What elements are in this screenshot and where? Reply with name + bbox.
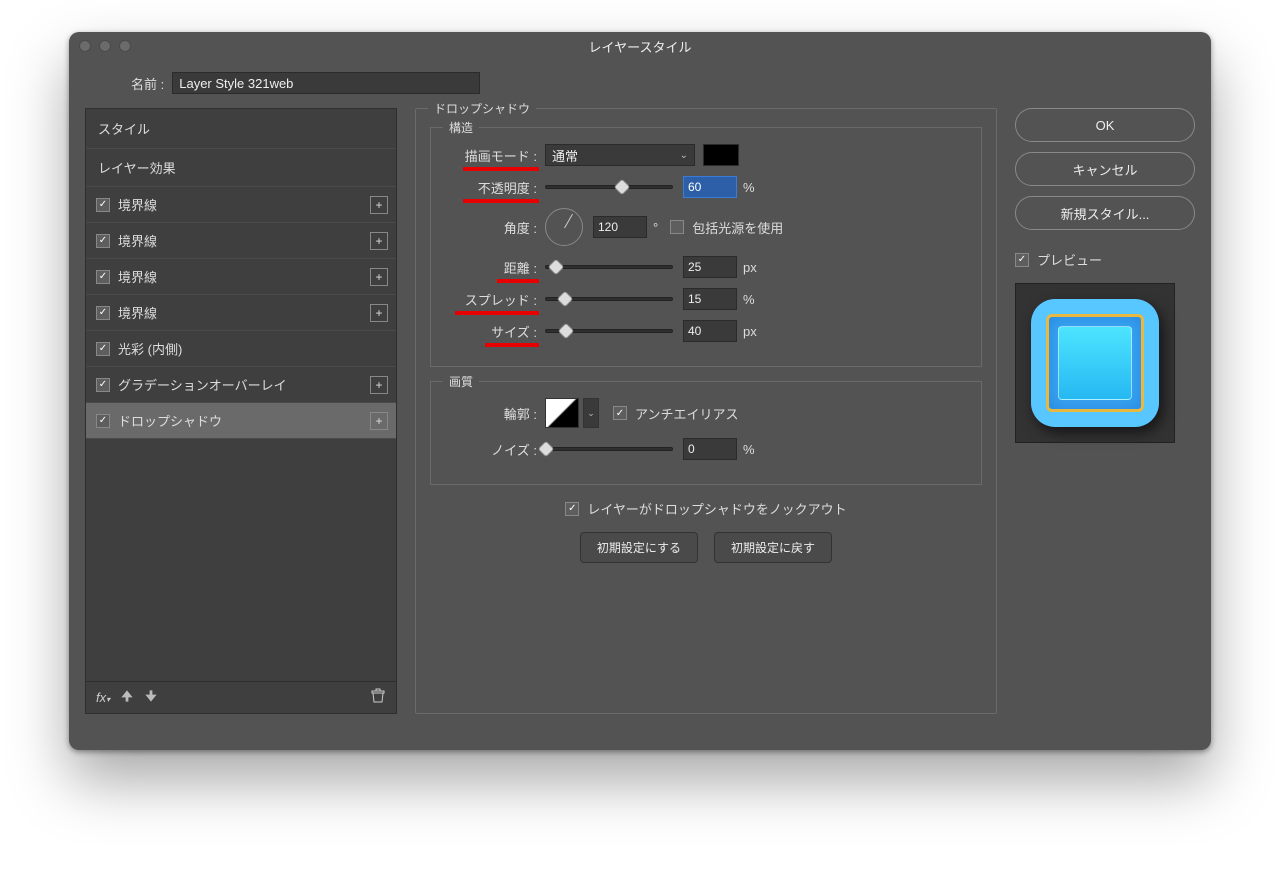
highlight-underline — [455, 311, 539, 315]
size-slider[interactable] — [545, 329, 673, 333]
move-down-icon[interactable] — [144, 689, 158, 706]
checkbox-icon[interactable] — [96, 234, 110, 248]
quality-legend: 画質 — [443, 373, 479, 390]
noise-input[interactable] — [683, 438, 737, 460]
add-effect-icon[interactable]: + — [370, 304, 388, 322]
chevron-down-icon: ⌄ — [680, 150, 688, 161]
checkbox-icon[interactable] — [96, 198, 110, 212]
knockout-label: レイヤーがドロップシャドウをノックアウト — [587, 499, 846, 518]
angle-dial[interactable] — [545, 208, 583, 246]
knockout-checkbox[interactable] — [565, 502, 579, 516]
traffic-minimize[interactable] — [99, 40, 111, 52]
checkbox-icon[interactable] — [96, 378, 110, 392]
highlight-underline — [463, 167, 539, 171]
effect-label: グラデーションオーバーレイ — [118, 375, 287, 394]
preview-checkbox[interactable] — [1015, 253, 1029, 267]
effect-stroke-1[interactable]: 境界線 + — [86, 187, 396, 223]
contour-picker[interactable] — [545, 398, 579, 428]
traffic-zoom[interactable] — [119, 40, 131, 52]
name-label: 名前 : — [131, 74, 164, 93]
fx-menu-icon[interactable]: fx▾ — [96, 690, 110, 705]
checkbox-icon[interactable] — [96, 342, 110, 356]
cancel-button[interactable]: キャンセル — [1015, 152, 1195, 186]
effect-stroke-3[interactable]: 境界線 + — [86, 259, 396, 295]
add-effect-icon[interactable]: + — [370, 376, 388, 394]
antialias-checkbox[interactable] — [613, 406, 627, 420]
spread-unit: % — [743, 292, 755, 307]
noise-unit: % — [743, 442, 755, 457]
contour-dropdown-icon[interactable]: ⌄ — [583, 398, 599, 428]
layer-effects-row[interactable]: レイヤー効果 — [86, 149, 396, 187]
effect-label: 境界線 — [118, 195, 157, 214]
blend-mode-label: 描画モード : — [465, 149, 537, 164]
window-controls — [79, 40, 131, 52]
traffic-close[interactable] — [79, 40, 91, 52]
global-light-checkbox[interactable] — [670, 220, 684, 234]
contour-label: 輪郭 : — [504, 407, 537, 422]
make-default-button[interactable]: 初期設定にする — [580, 532, 698, 563]
effect-stroke-4[interactable]: 境界線 + — [86, 295, 396, 331]
size-unit: px — [743, 324, 757, 339]
add-effect-icon[interactable]: + — [370, 196, 388, 214]
add-effect-icon[interactable]: + — [370, 412, 388, 430]
blend-mode-value: 通常 — [552, 146, 578, 165]
checkbox-icon[interactable] — [96, 306, 110, 320]
noise-slider[interactable] — [545, 447, 673, 451]
checkbox-icon[interactable] — [96, 414, 110, 428]
add-effect-icon[interactable]: + — [370, 232, 388, 250]
spread-label: スプレッド : — [465, 293, 537, 308]
effects-header[interactable]: スタイル — [86, 109, 396, 149]
distance-slider[interactable] — [545, 265, 673, 269]
shadow-color-swatch[interactable] — [703, 144, 739, 166]
antialias-label: アンチエイリアス — [635, 404, 738, 423]
new-style-button[interactable]: 新規スタイル... — [1015, 196, 1195, 230]
size-label: サイズ : — [491, 325, 537, 340]
reset-default-button[interactable]: 初期設定に戻す — [714, 532, 832, 563]
add-effect-icon[interactable]: + — [370, 268, 388, 286]
ok-button[interactable]: OK — [1015, 108, 1195, 142]
effect-label: 光彩 (内側) — [118, 339, 182, 358]
spread-input[interactable] — [683, 288, 737, 310]
opacity-unit: % — [743, 180, 755, 195]
trash-icon[interactable] — [370, 688, 386, 707]
effect-inner-glow[interactable]: 光彩 (内側) — [86, 331, 396, 367]
blend-mode-select[interactable]: 通常 ⌄ — [545, 144, 695, 166]
opacity-input[interactable] — [683, 176, 737, 198]
spread-slider[interactable] — [545, 297, 673, 301]
titlebar[interactable]: レイヤースタイル — [69, 32, 1211, 60]
angle-input[interactable] — [593, 216, 647, 238]
layer-style-dialog: レイヤースタイル 名前 : スタイル レイヤー効果 境界線 + — [69, 32, 1211, 750]
effect-label: 境界線 — [118, 303, 157, 322]
effect-label: 境界線 — [118, 231, 157, 250]
window-title: レイヤースタイル — [589, 37, 692, 56]
distance-input[interactable] — [683, 256, 737, 278]
effect-gradient-overlay[interactable]: グラデーションオーバーレイ + — [86, 367, 396, 403]
effect-stroke-2[interactable]: 境界線 + — [86, 223, 396, 259]
angle-label: 角度 : — [504, 221, 537, 236]
effect-drop-shadow[interactable]: ドロップシャドウ + — [86, 403, 396, 439]
distance-label: 距離 : — [504, 261, 537, 276]
effect-label: ドロップシャドウ — [118, 411, 222, 430]
noise-label: ノイズ : — [491, 443, 537, 458]
size-input[interactable] — [683, 320, 737, 342]
opacity-label: 不透明度 : — [478, 181, 537, 196]
distance-unit: px — [743, 260, 757, 275]
highlight-underline — [463, 199, 539, 203]
checkbox-icon[interactable] — [96, 270, 110, 284]
move-up-icon[interactable] — [120, 689, 134, 706]
structure-legend: 構造 — [443, 119, 479, 136]
opacity-slider[interactable] — [545, 185, 673, 189]
effect-label: 境界線 — [118, 267, 157, 286]
panel-title: ドロップシャドウ — [428, 100, 536, 117]
highlight-underline — [485, 343, 539, 347]
effects-list: スタイル レイヤー効果 境界線 + 境界線 + 境界線 — [85, 108, 397, 714]
angle-unit: ° — [653, 220, 658, 235]
name-input[interactable] — [172, 72, 480, 94]
preview-label: プレビュー — [1037, 250, 1102, 269]
global-light-label: 包括光源を使用 — [692, 218, 783, 237]
preview-thumbnail — [1015, 283, 1175, 443]
highlight-underline — [497, 279, 539, 283]
